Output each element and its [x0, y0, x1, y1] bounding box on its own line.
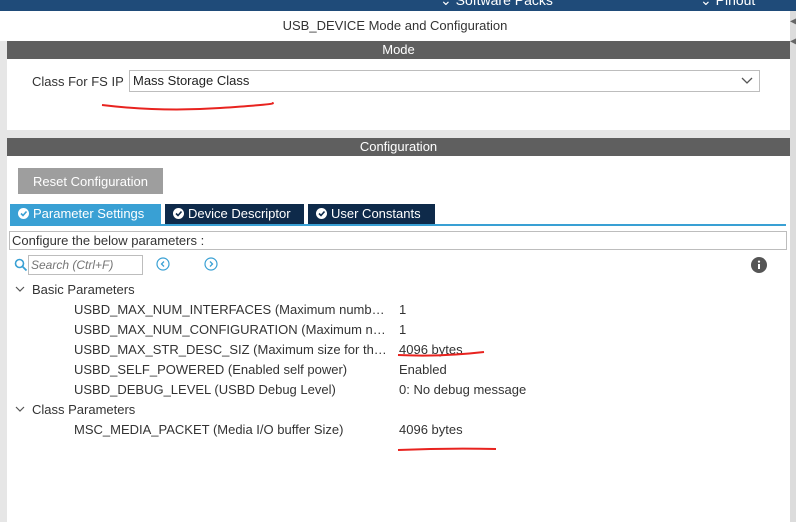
- software-packs-label: Software Packs: [455, 0, 553, 8]
- search-icon[interactable]: [14, 258, 28, 272]
- param-value[interactable]: 0: No debug message: [399, 382, 526, 397]
- chevron-down-icon[interactable]: [14, 283, 26, 295]
- mode-section: Class For FS IP Mass Storage Class: [7, 59, 790, 130]
- description-text: Configure the below parameters :: [12, 233, 205, 248]
- class-for-fs-ip-label: Class For FS IP: [32, 74, 124, 89]
- tab-label: Parameter Settings: [33, 206, 145, 221]
- red-underline-annotation: [397, 447, 497, 451]
- param-name[interactable]: USBD_SELF_POWERED (Enabled self power): [74, 362, 389, 377]
- configuration-section: Reset Configuration Parameter Settings D…: [7, 156, 790, 522]
- param-name[interactable]: USBD_MAX_NUM_CONFIGURATION (Maximum nu..…: [74, 322, 389, 337]
- param-name[interactable]: USBD_MAX_STR_DESC_SIZ (Maximum size for …: [74, 342, 389, 357]
- tab-user-constants[interactable]: User Constants: [308, 204, 435, 224]
- reset-configuration-button[interactable]: Reset Configuration: [18, 168, 163, 194]
- red-underline-annotation: [397, 351, 485, 357]
- check-circle-icon: [316, 208, 327, 219]
- param-name[interactable]: USBD_DEBUG_LEVEL (USBD Debug Level): [74, 382, 389, 397]
- description-field: Configure the below parameters :: [9, 231, 787, 250]
- param-value[interactable]: Enabled: [399, 362, 447, 377]
- tab-label: User Constants: [331, 206, 421, 221]
- param-value[interactable]: 1: [399, 322, 406, 337]
- param-name[interactable]: USBD_MAX_NUM_INTERFACES (Maximum number …: [74, 302, 389, 317]
- next-match-icon[interactable]: [204, 257, 218, 271]
- chevron-down-icon[interactable]: [14, 403, 26, 415]
- tab-underline: [10, 224, 786, 226]
- param-value[interactable]: 1: [399, 302, 406, 317]
- top-toolbar: ⌄ Software Packs ⌄ Pinout: [0, 0, 796, 11]
- search-input[interactable]: [28, 255, 143, 275]
- mode-header: Mode: [7, 41, 790, 59]
- group-label: Class Parameters: [32, 402, 136, 417]
- group-basic-parameters[interactable]: Basic Parameters: [14, 282, 314, 298]
- collapse-arrow-icon[interactable]: ◀: [790, 33, 796, 51]
- group-class-parameters[interactable]: Class Parameters: [14, 402, 314, 418]
- previous-match-icon[interactable]: [156, 257, 170, 271]
- tab-parameter-settings[interactable]: Parameter Settings: [10, 204, 161, 224]
- class-select-value: Mass Storage Class: [133, 73, 250, 88]
- panel-title: USB_DEVICE Mode and Configuration: [0, 11, 790, 41]
- info-icon[interactable]: [751, 257, 767, 273]
- red-underline-annotation: [101, 102, 274, 111]
- pinout-menu[interactable]: ⌄ Pinout: [700, 0, 755, 9]
- pinout-label: Pinout: [715, 0, 756, 8]
- param-name[interactable]: MSC_MEDIA_PACKET (Media I/O buffer Size): [74, 422, 389, 437]
- chevron-down-icon: [741, 77, 753, 84]
- tab-device-descriptor[interactable]: Device Descriptor: [165, 204, 304, 224]
- collapse-arrow-icon[interactable]: ◀: [790, 13, 796, 31]
- software-packs-menu[interactable]: ⌄ Software Packs: [440, 0, 553, 9]
- param-value[interactable]: 4096 bytes: [399, 422, 463, 437]
- check-circle-icon: [18, 208, 29, 219]
- group-label: Basic Parameters: [32, 282, 135, 297]
- class-for-fs-ip-select[interactable]: Mass Storage Class: [129, 70, 760, 92]
- configuration-header: Configuration: [7, 138, 790, 156]
- tab-label: Device Descriptor: [188, 206, 291, 221]
- right-splitter[interactable]: ◀ ◀: [790, 11, 796, 522]
- check-circle-icon: [173, 208, 184, 219]
